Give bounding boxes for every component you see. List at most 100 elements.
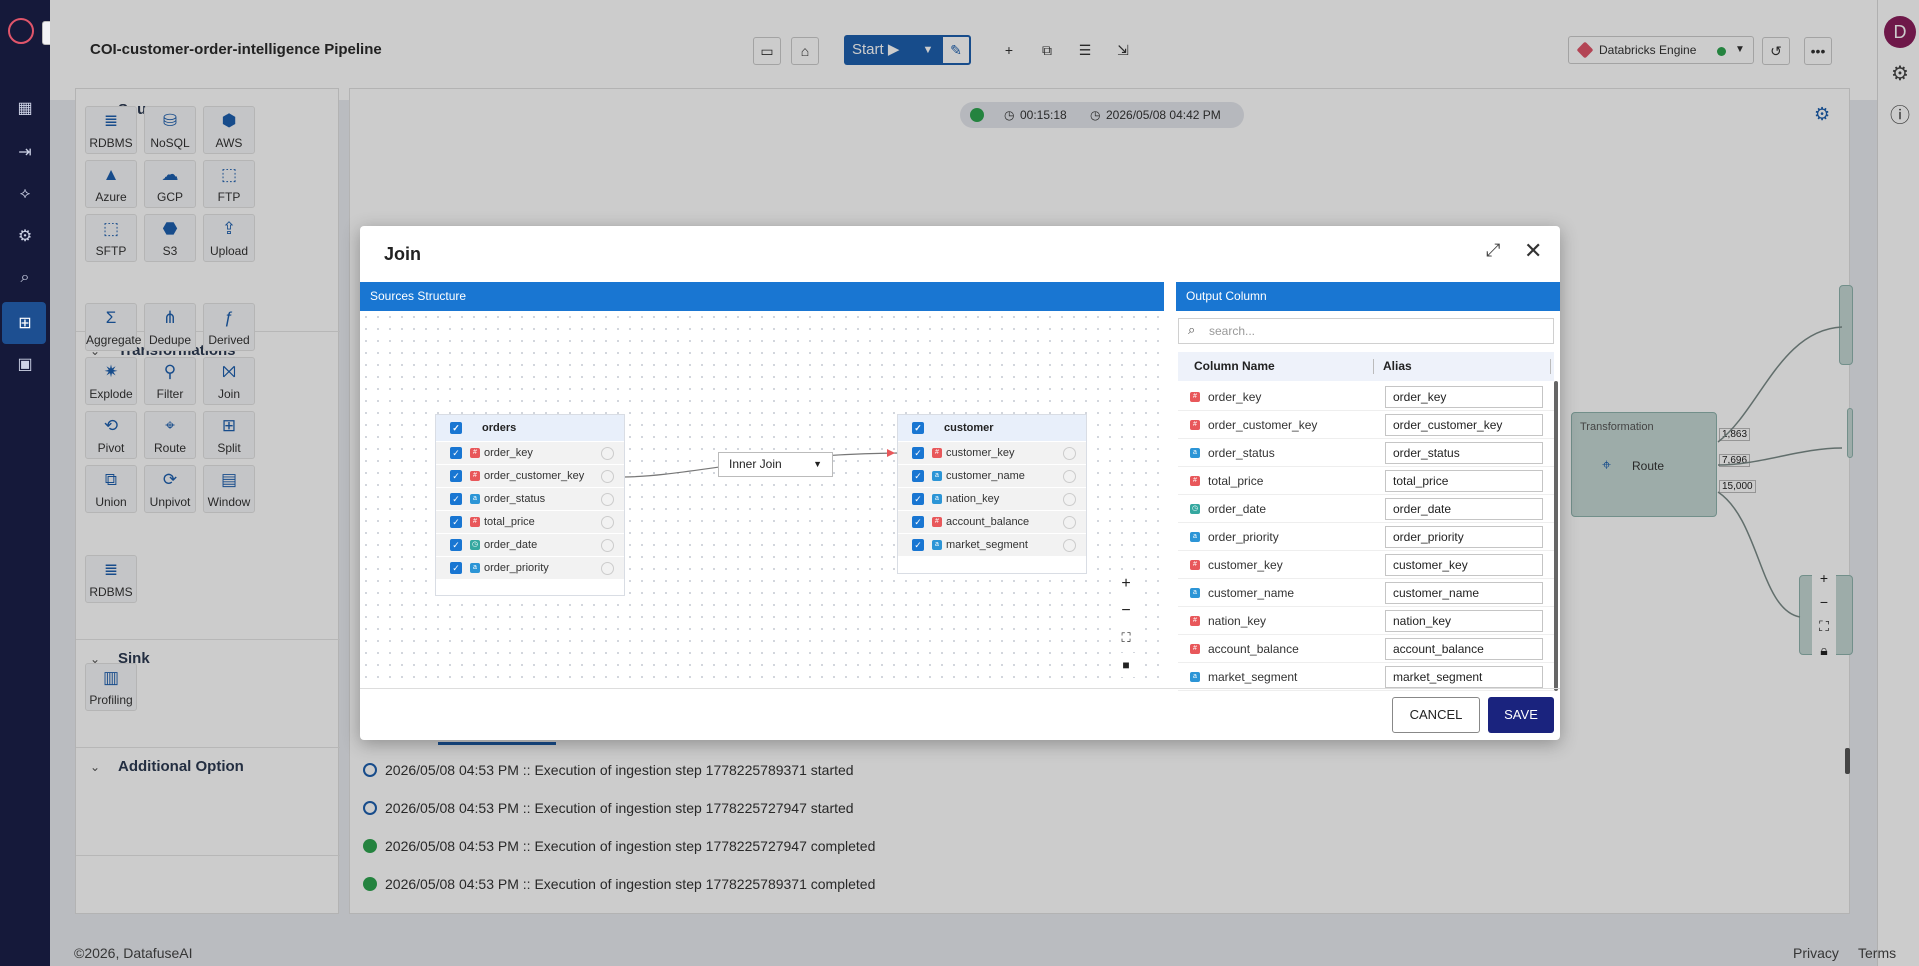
- output-column-name: account_balance: [1208, 642, 1299, 656]
- numeric-type-icon: #: [1190, 616, 1200, 626]
- select-all-checkbox[interactable]: ✓: [912, 422, 924, 434]
- divider: [360, 688, 1560, 689]
- alias-input[interactable]: order_key: [1385, 386, 1543, 408]
- output-column-name: order_customer_key: [1208, 418, 1318, 432]
- chip-icon[interactable]: ⚙: [13, 224, 37, 248]
- table-column-row[interactable]: ✓ a nation_key: [898, 487, 1086, 510]
- output-column-row: # account_balance account_balance: [1178, 635, 1554, 663]
- column-checkbox[interactable]: ✓: [912, 447, 924, 459]
- connect-handle[interactable]: [1063, 516, 1076, 529]
- connect-handle[interactable]: [1063, 493, 1076, 506]
- column-name: customer_name: [946, 470, 1025, 482]
- cancel-button[interactable]: CANCEL: [1392, 697, 1480, 733]
- string-type-icon: a: [932, 471, 942, 481]
- save-button[interactable]: SAVE: [1488, 697, 1554, 733]
- grid-icon[interactable]: ▦: [13, 96, 37, 120]
- connect-handle[interactable]: [1063, 447, 1076, 460]
- output-column-name: order_priority: [1208, 530, 1279, 544]
- zoom-in-icon[interactable]: +: [1114, 572, 1138, 596]
- lock-icon[interactable]: ■: [1114, 653, 1138, 677]
- alias-input[interactable]: total_price: [1385, 470, 1543, 492]
- output-column-name: customer_key: [1208, 558, 1283, 572]
- column-checkbox[interactable]: ✓: [912, 493, 924, 505]
- alias-input[interactable]: market_segment: [1385, 666, 1543, 688]
- alias-input[interactable]: order_status: [1385, 442, 1543, 464]
- column-search-input[interactable]: search...: [1178, 318, 1554, 344]
- join-type-select[interactable]: Inner Join ▼: [718, 452, 833, 477]
- output-table-header: Column Name Alias: [1178, 352, 1554, 381]
- output-column-name: order_status: [1208, 446, 1275, 460]
- table-column-row[interactable]: ✓ # order_customer_key: [436, 464, 624, 487]
- fit-view-icon[interactable]: ⛶: [1114, 626, 1138, 650]
- table-column-row[interactable]: ✓ a order_priority: [436, 556, 624, 579]
- output-column-row: a order_priority order_priority: [1178, 523, 1554, 551]
- table-column-row[interactable]: ✓ ◷ order_date: [436, 533, 624, 556]
- connect-handle[interactable]: [601, 562, 614, 575]
- output-column-row: # order_customer_key order_customer_key: [1178, 411, 1554, 439]
- output-column-name: order_date: [1208, 502, 1267, 516]
- column-checkbox[interactable]: ✓: [450, 539, 462, 551]
- connect-handle[interactable]: [1063, 470, 1076, 483]
- column-name: market_segment: [946, 539, 1028, 551]
- column-checkbox[interactable]: ✓: [450, 493, 462, 505]
- alias-input[interactable]: nation_key: [1385, 610, 1543, 632]
- column-checkbox[interactable]: ✓: [450, 447, 462, 459]
- connect-handle[interactable]: [601, 539, 614, 552]
- connect-handle[interactable]: [601, 493, 614, 506]
- string-type-icon: a: [1190, 532, 1200, 542]
- column-checkbox[interactable]: ✓: [912, 470, 924, 482]
- pipeline-icon[interactable]: ⊞: [13, 311, 37, 335]
- table-column-row[interactable]: ✓ # total_price: [436, 510, 624, 533]
- output-column-row: a market_segment market_segment: [1178, 663, 1554, 691]
- column-checkbox[interactable]: ✓: [450, 562, 462, 574]
- output-column-name: total_price: [1208, 474, 1264, 488]
- output-scrollbar[interactable]: [1554, 381, 1558, 691]
- table-header: ✓ customer: [898, 415, 1086, 441]
- connect-handle[interactable]: [601, 516, 614, 529]
- column-checkbox[interactable]: ✓: [912, 516, 924, 528]
- ingest-icon[interactable]: ⇥: [13, 140, 37, 164]
- string-type-icon: a: [932, 494, 942, 504]
- alias-input[interactable]: order_priority: [1385, 526, 1543, 548]
- string-type-icon: a: [1190, 672, 1200, 682]
- report-icon[interactable]: ⌕: [13, 266, 37, 290]
- alias-input[interactable]: order_customer_key: [1385, 414, 1543, 436]
- select-all-checkbox[interactable]: ✓: [450, 422, 462, 434]
- alias-input[interactable]: account_balance: [1385, 638, 1543, 660]
- numeric-type-icon: #: [1190, 476, 1200, 486]
- connect-handle[interactable]: [1063, 539, 1076, 552]
- table-column-row[interactable]: ✓ a market_segment: [898, 533, 1086, 556]
- column-name: order_customer_key: [484, 470, 585, 482]
- string-type-icon: a: [470, 563, 480, 573]
- column-checkbox[interactable]: ✓: [450, 516, 462, 528]
- table-column-row[interactable]: ✓ a customer_name: [898, 464, 1086, 487]
- output-column-name: customer_name: [1208, 586, 1295, 600]
- alias-input[interactable]: customer_key: [1385, 554, 1543, 576]
- table-column-row[interactable]: ✓ # customer_key: [898, 441, 1086, 464]
- numeric-type-icon: #: [470, 448, 480, 458]
- join-dialog: Join ⤢ ✕ Sources Structure Output Column…: [360, 226, 1560, 740]
- table-column-row[interactable]: ✓ # account_balance: [898, 510, 1086, 533]
- output-column-name: order_key: [1208, 390, 1262, 404]
- graph-icon[interactable]: ⟡: [13, 182, 37, 206]
- connect-handle[interactable]: [601, 470, 614, 483]
- string-type-icon: a: [1190, 448, 1200, 458]
- orders-table-name: orders: [482, 422, 517, 434]
- customer-table-card[interactable]: ✓ customer ✓ # customer_key ✓ a customer_name…: [897, 414, 1087, 574]
- table-column-row[interactable]: ✓ a order_status: [436, 487, 624, 510]
- table-column-row[interactable]: ✓ # order_key: [436, 441, 624, 464]
- output-column-row: ◷ order_date order_date: [1178, 495, 1554, 523]
- close-icon[interactable]: ✕: [1524, 238, 1542, 264]
- briefcase-icon[interactable]: ▣: [13, 352, 37, 376]
- column-name: account_balance: [946, 516, 1030, 528]
- column-checkbox[interactable]: ✓: [450, 470, 462, 482]
- column-checkbox[interactable]: ✓: [912, 539, 924, 551]
- zoom-out-icon[interactable]: −: [1114, 599, 1138, 623]
- column-name: customer_key: [946, 447, 1015, 459]
- expand-icon[interactable]: ⤢: [1486, 240, 1500, 261]
- alias-input[interactable]: customer_name: [1385, 582, 1543, 604]
- orders-table-card[interactable]: ✓ orders ✓ # order_key ✓ # order_customer_key…: [435, 414, 625, 596]
- alias-input[interactable]: order_date: [1385, 498, 1543, 520]
- connect-handle[interactable]: [601, 447, 614, 460]
- date-type-icon: ◷: [470, 540, 480, 550]
